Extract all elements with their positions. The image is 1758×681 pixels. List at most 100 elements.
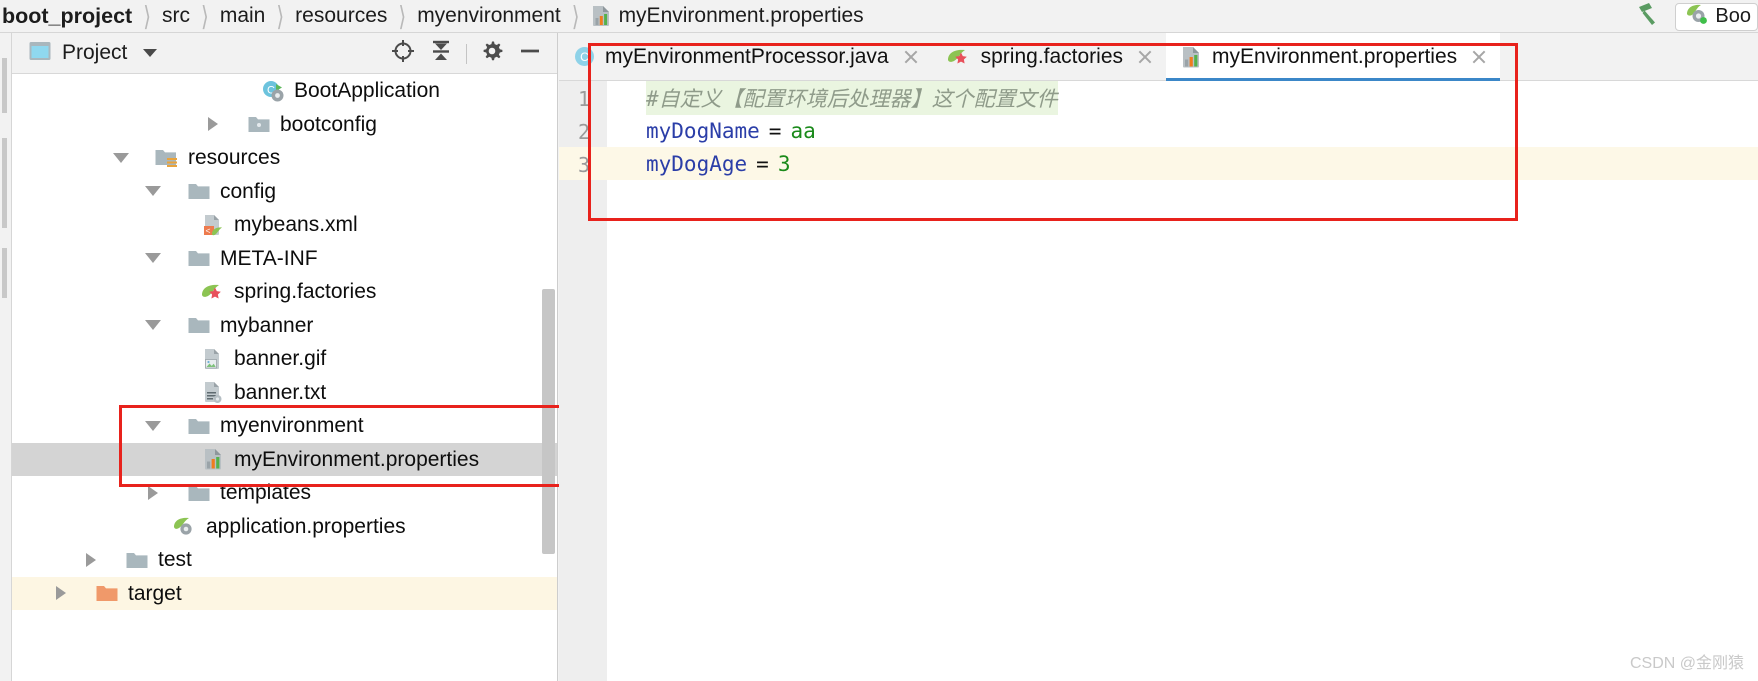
- tree-item-label: myEnvironment.properties: [234, 447, 480, 471]
- breadcrumb-item-main[interactable]: main: [220, 0, 266, 33]
- tree-item-templates[interactable]: templates: [12, 476, 557, 510]
- target-folder-icon: [94, 581, 120, 605]
- collapse-arrow-icon[interactable]: [110, 147, 132, 169]
- tree-item-spring.factories[interactable]: spring.factories: [12, 275, 557, 309]
- breadcrumb-label: myenvironment: [417, 4, 561, 27]
- property-value: aa: [790, 118, 816, 143]
- tree-item-label: target: [128, 581, 182, 605]
- folder-icon: [186, 179, 212, 203]
- spring-xml-icon: <: [200, 213, 226, 237]
- tree-item-resources[interactable]: resources: [12, 141, 557, 175]
- spring-factories-icon: [200, 280, 226, 304]
- toolbar-right: Boo: [1623, 0, 1758, 33]
- tool-window-stripe-button[interactable]: [2, 58, 7, 113]
- collapse-arrow-icon[interactable]: [142, 180, 164, 202]
- hide-panel-button[interactable]: [513, 37, 547, 71]
- svg-text:C: C: [580, 50, 589, 64]
- chevron-down-icon[interactable]: [143, 49, 158, 57]
- folder-icon: [186, 246, 212, 270]
- tab-myEnvironment.properties[interactable]: myEnvironment.properties: [1166, 33, 1501, 81]
- folder-icon: [186, 313, 212, 337]
- breadcrumb-item-myEnvironment.properties[interactable]: myEnvironment.properties: [591, 0, 864, 33]
- spring-boot-class-icon: C: [260, 79, 286, 103]
- tree-item-BootApplication[interactable]: C BootApplication: [12, 74, 557, 108]
- project-tree-scrollbar[interactable]: [542, 289, 555, 554]
- property-key: myDogAge: [646, 151, 748, 176]
- tree-item-label: myenvironment: [220, 414, 364, 438]
- project-tool-window: Project C BootApplication bootconfig res…: [12, 33, 571, 681]
- tool-window-stripe-button[interactable]: [2, 248, 7, 298]
- tree-item-banner.gif[interactable]: banner.gif: [12, 342, 557, 376]
- tree-item-label: META-INF: [220, 246, 318, 270]
- comment-text: #自定义【配置环境后处理器】这个配置文件: [646, 80, 1058, 115]
- breadcrumb-separator-icon: ⟩: [143, 1, 152, 32]
- expand-arrow-icon[interactable]: [142, 482, 164, 504]
- tree-item-bootconfig[interactable]: bootconfig: [12, 108, 557, 142]
- spring-boot-icon: [1684, 4, 1708, 30]
- tree-item-mybanner[interactable]: mybanner: [12, 309, 557, 343]
- collapse-arrow-icon[interactable]: [142, 247, 164, 269]
- editor-tab-bar: C myEnvironmentProcessor.java spring.fac…: [559, 33, 1758, 81]
- tree-item-label: config: [220, 179, 277, 203]
- tree-item-target[interactable]: target: [12, 576, 557, 610]
- run-configuration-selector[interactable]: Boo: [1675, 2, 1758, 31]
- tab-label: myEnvironment.properties: [1212, 44, 1458, 68]
- csdn-watermark: CSDN @金刚猿: [1629, 655, 1744, 672]
- close-icon[interactable]: [1136, 48, 1154, 66]
- code-line-1[interactable]: #自定义【配置环境后处理器】这个配置文件: [636, 80, 1758, 115]
- expand-arrow-icon[interactable]: [80, 549, 102, 571]
- property-key: myDogName: [646, 118, 760, 143]
- project-tree[interactable]: C BootApplication bootconfig resources c…: [12, 74, 557, 681]
- tree-item-META-INF[interactable]: META-INF: [12, 242, 557, 276]
- breadcrumb-item-myenvironment[interactable]: myenvironment: [417, 0, 561, 33]
- line-number: 3: [577, 153, 590, 177]
- breadcrumb-item-resources[interactable]: resources: [295, 0, 387, 33]
- toolbar-divider: [466, 43, 467, 64]
- project-panel-header: Project: [12, 33, 557, 74]
- project-view-icon: [28, 40, 52, 67]
- code-lines[interactable]: #自定义【配置环境后处理器】这个配置文件 myDogName = aa myDo…: [636, 80, 1758, 681]
- expand-arrow-icon[interactable]: [50, 582, 72, 604]
- tab-spring.factories[interactable]: spring.factories: [931, 33, 1167, 80]
- breadcrumb-item-boot_project[interactable]: boot_project: [0, 0, 132, 33]
- tool-window-stripe-button[interactable]: [2, 138, 7, 228]
- tab-myEnvironmentProcessor.java[interactable]: C myEnvironmentProcessor.java: [559, 33, 932, 80]
- build-project-button[interactable]: [1623, 0, 1669, 33]
- select-opened-file-button[interactable]: [386, 37, 420, 71]
- tree-item-mybeans.xml[interactable]: < mybeans.xml: [12, 208, 557, 242]
- tree-item-banner.txt[interactable]: banner.txt: [12, 376, 557, 410]
- folder-icon: [186, 414, 212, 438]
- tree-item-label: spring.factories: [234, 280, 377, 304]
- close-icon[interactable]: [1470, 48, 1488, 66]
- run-configuration-label: Boo: [1715, 5, 1751, 27]
- project-settings-button[interactable]: [475, 37, 509, 71]
- properties-file-icon: [200, 447, 226, 471]
- tree-item-config[interactable]: config: [12, 175, 557, 209]
- breadcrumb-separator-icon: ⟩: [276, 1, 285, 32]
- tree-item-test[interactable]: test: [12, 543, 557, 577]
- expand-arrow-icon[interactable]: [202, 113, 224, 135]
- breadcrumb-separator-icon: ⟩: [398, 1, 407, 32]
- code-editor[interactable]: 1 2 3 #自定义【配置环境后处理器】这个配置文件 myDogName = a…: [559, 80, 1758, 681]
- tree-item-myenvironment[interactable]: myenvironment: [12, 409, 557, 443]
- tree-item-myEnvironment.properties[interactable]: myEnvironment.properties: [12, 442, 557, 476]
- select-opened-file-icon: [390, 38, 416, 69]
- code-line-2[interactable]: myDogName = aa: [636, 114, 1758, 147]
- collapse-arrow-icon[interactable]: [142, 314, 164, 336]
- tree-item-label: templates: [220, 481, 312, 505]
- editor-gutter[interactable]: 1 2 3: [559, 81, 636, 681]
- package-icon: [246, 112, 272, 136]
- collapse-all-button[interactable]: [424, 37, 458, 71]
- java-class-icon: C: [573, 45, 596, 68]
- tree-item-application.properties[interactable]: application.properties: [12, 510, 557, 544]
- breadcrumb-label: boot_project: [2, 3, 133, 28]
- tab-label: myEnvironmentProcessor.java: [605, 44, 889, 68]
- gear-icon: [479, 38, 505, 69]
- line-number: 2: [577, 120, 590, 144]
- breadcrumb-item-src[interactable]: src: [162, 0, 190, 33]
- code-line-3[interactable]: myDogAge = 3: [636, 147, 1758, 180]
- collapse-arrow-icon[interactable]: [142, 415, 164, 437]
- breadcrumb-label: resources: [295, 4, 388, 27]
- tree-item-label: test: [158, 548, 192, 572]
- close-icon[interactable]: [902, 48, 920, 66]
